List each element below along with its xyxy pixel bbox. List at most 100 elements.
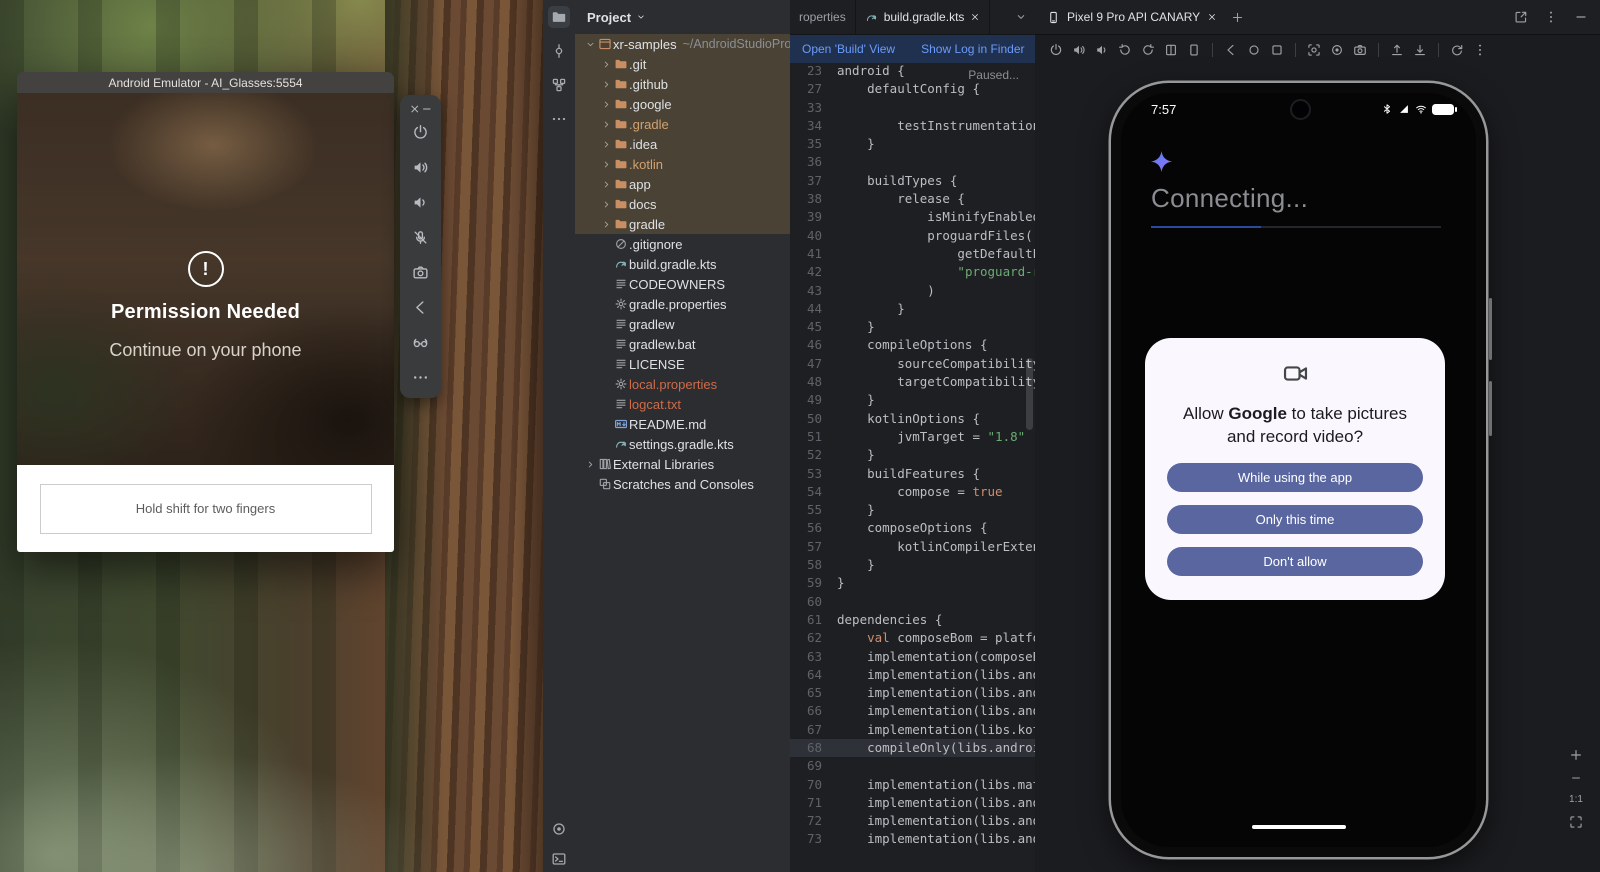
code-line-48[interactable]: 48 targetCompatibility bbox=[790, 373, 1035, 391]
code-line-34[interactable]: 34 testInstrumentationR bbox=[790, 117, 1035, 135]
hidden-tabs-icon[interactable] bbox=[1007, 11, 1035, 23]
volume-up-icon[interactable] bbox=[412, 159, 429, 176]
device-power-icon[interactable] bbox=[1049, 43, 1063, 57]
tree-item-logcat-txt[interactable]: logcat.txt bbox=[575, 394, 790, 414]
download-icon[interactable] bbox=[1413, 43, 1427, 57]
code-line-35[interactable]: 35 } bbox=[790, 135, 1035, 153]
code-line-52[interactable]: 52 } bbox=[790, 446, 1035, 464]
chevron-right-icon[interactable] bbox=[599, 159, 614, 170]
upload-icon[interactable] bbox=[1390, 43, 1404, 57]
code-line-27[interactable]: 27 defaultConfig { bbox=[790, 80, 1035, 98]
code-line-61[interactable]: 61dependencies { bbox=[790, 611, 1035, 629]
open-build-view-link[interactable]: Open 'Build' View bbox=[802, 42, 895, 56]
code-line-43[interactable]: 43 ) bbox=[790, 282, 1035, 300]
device-more-icon[interactable] bbox=[1473, 43, 1487, 57]
mic-off-icon[interactable] bbox=[412, 229, 429, 246]
fold-device-icon[interactable] bbox=[1164, 43, 1178, 57]
code-line-63[interactable]: 63 implementation(composeBo bbox=[790, 648, 1035, 666]
chevron-right-icon[interactable] bbox=[599, 119, 614, 130]
emulator-close-icon[interactable] bbox=[409, 103, 421, 115]
fit-screen-icon[interactable] bbox=[1569, 815, 1583, 829]
problems-icon[interactable] bbox=[551, 821, 567, 837]
power-icon[interactable] bbox=[412, 124, 429, 141]
tree-item-readme-md[interactable]: README.md bbox=[575, 414, 790, 434]
code-line-59[interactable]: 59} bbox=[790, 574, 1035, 592]
restart-icon[interactable] bbox=[1450, 43, 1464, 57]
project-tool-icon[interactable] bbox=[548, 6, 570, 28]
nav-back-icon[interactable] bbox=[1224, 43, 1238, 57]
permission-button-0[interactable]: While using the app bbox=[1167, 463, 1423, 492]
rotate-left-icon[interactable] bbox=[1118, 43, 1132, 57]
tree-item--idea[interactable]: .idea bbox=[575, 134, 790, 154]
tree-item--gradle[interactable]: .gradle bbox=[575, 114, 790, 134]
code-line-45[interactable]: 45 } bbox=[790, 318, 1035, 336]
code-line-55[interactable]: 55 } bbox=[790, 501, 1035, 519]
code-line-56[interactable]: 56 composeOptions { bbox=[790, 519, 1035, 537]
tree-item-external-libraries[interactable]: External Libraries bbox=[575, 454, 790, 474]
open-in-window-icon[interactable] bbox=[1514, 10, 1528, 24]
commit-icon[interactable] bbox=[551, 43, 567, 59]
device-tab-close-icon[interactable] bbox=[1207, 12, 1217, 22]
ar-glasses-icon[interactable] bbox=[412, 334, 429, 351]
tree-item-scratches-and-consoles[interactable]: Scratches and Consoles bbox=[575, 474, 790, 494]
zoom-out-icon[interactable] bbox=[1570, 772, 1582, 784]
code-line-40[interactable]: 40 proguardFiles( bbox=[790, 227, 1035, 245]
tab-build-gradle-kts[interactable]: build.gradle.kts bbox=[856, 0, 991, 34]
emulator-minimize-icon[interactable] bbox=[421, 103, 433, 115]
device-volume-down-icon[interactable] bbox=[1095, 43, 1109, 57]
permission-button-2[interactable]: Don't allow bbox=[1167, 547, 1423, 576]
device-tab[interactable]: Pixel 9 Pro API CANARY bbox=[1047, 10, 1217, 24]
home-indicator[interactable] bbox=[1252, 825, 1346, 829]
panel-options-icon[interactable] bbox=[1544, 10, 1558, 24]
phone-screen[interactable]: 7:57 bbox=[1121, 93, 1476, 847]
tree-item-settings-gradle-kts[interactable]: settings.gradle.kts bbox=[575, 434, 790, 454]
orientation-icon[interactable] bbox=[1187, 43, 1201, 57]
code-line-37[interactable]: 37 buildTypes { bbox=[790, 172, 1035, 190]
chevron-down-icon[interactable] bbox=[583, 39, 598, 50]
tree-item-build-gradle-kts[interactable]: build.gradle.kts bbox=[575, 254, 790, 274]
code-line-62[interactable]: 62 val composeBom = platfor bbox=[790, 629, 1035, 647]
zoom-in-icon[interactable] bbox=[1569, 748, 1583, 762]
project-panel-header[interactable]: Project bbox=[575, 0, 790, 34]
emulator-title-bar[interactable]: Android Emulator - AI_Glasses:5554 bbox=[17, 72, 394, 93]
camera-icon[interactable] bbox=[412, 264, 429, 281]
code-line-50[interactable]: 50 kotlinOptions { bbox=[790, 410, 1035, 428]
code-line-38[interactable]: 38 release { bbox=[790, 190, 1035, 208]
tree-item--google[interactable]: .google bbox=[575, 94, 790, 114]
tree-item-gradle-properties[interactable]: gradle.properties bbox=[575, 294, 790, 314]
tree-item-local-properties[interactable]: local.properties bbox=[575, 374, 790, 394]
code-line-41[interactable]: 41 getDefaultPr bbox=[790, 245, 1035, 263]
tree-item-gradlew-bat[interactable]: gradlew.bat bbox=[575, 334, 790, 354]
tree-item--gitignore[interactable]: .gitignore bbox=[575, 234, 790, 254]
code-line-39[interactable]: 39 isMinifyEnabled bbox=[790, 208, 1035, 226]
nav-home-icon[interactable] bbox=[1247, 43, 1261, 57]
volume-down-icon[interactable] bbox=[412, 194, 429, 211]
chevron-right-icon[interactable] bbox=[599, 59, 614, 70]
tree-item-gradle[interactable]: gradle bbox=[575, 214, 790, 234]
chevron-down-icon[interactable] bbox=[636, 12, 646, 22]
show-log-link[interactable]: Show Log in Finder bbox=[921, 42, 1024, 56]
chevron-right-icon[interactable] bbox=[599, 179, 614, 190]
device-volume-up-icon[interactable] bbox=[1072, 43, 1086, 57]
code-line-47[interactable]: 47 sourceCompatibility bbox=[790, 355, 1035, 373]
screenshot-icon[interactable] bbox=[1307, 43, 1321, 57]
code-line-44[interactable]: 44 } bbox=[790, 300, 1035, 318]
code-line-67[interactable]: 67 implementation(libs.kotl bbox=[790, 721, 1035, 739]
more-tool-windows-icon[interactable] bbox=[551, 111, 567, 127]
tree-item-codeowners[interactable]: CODEOWNERS bbox=[575, 274, 790, 294]
code-line-23[interactable]: 23android { bbox=[790, 62, 1035, 80]
code-line-57[interactable]: 57 kotlinCompilerExtens bbox=[790, 538, 1035, 556]
code-line-65[interactable]: 65 implementation(libs.andr bbox=[790, 684, 1035, 702]
code-line-69[interactable]: 69 bbox=[790, 757, 1035, 775]
nav-overview-icon[interactable] bbox=[1270, 43, 1284, 57]
screen-record-icon[interactable] bbox=[1330, 43, 1344, 57]
tab-close-icon[interactable] bbox=[970, 12, 980, 22]
editor-scrollbar[interactable] bbox=[1026, 358, 1033, 430]
tree-item-app[interactable]: app bbox=[575, 174, 790, 194]
more-icon[interactable] bbox=[412, 369, 429, 386]
new-device-tab-icon[interactable] bbox=[1231, 11, 1244, 24]
chevron-right-icon[interactable] bbox=[599, 79, 614, 90]
code-line-42[interactable]: 42 "proguard-ru bbox=[790, 263, 1035, 281]
code-line-49[interactable]: 49 } bbox=[790, 391, 1035, 409]
tab-gradle-properties[interactable]: roperties bbox=[790, 0, 856, 34]
